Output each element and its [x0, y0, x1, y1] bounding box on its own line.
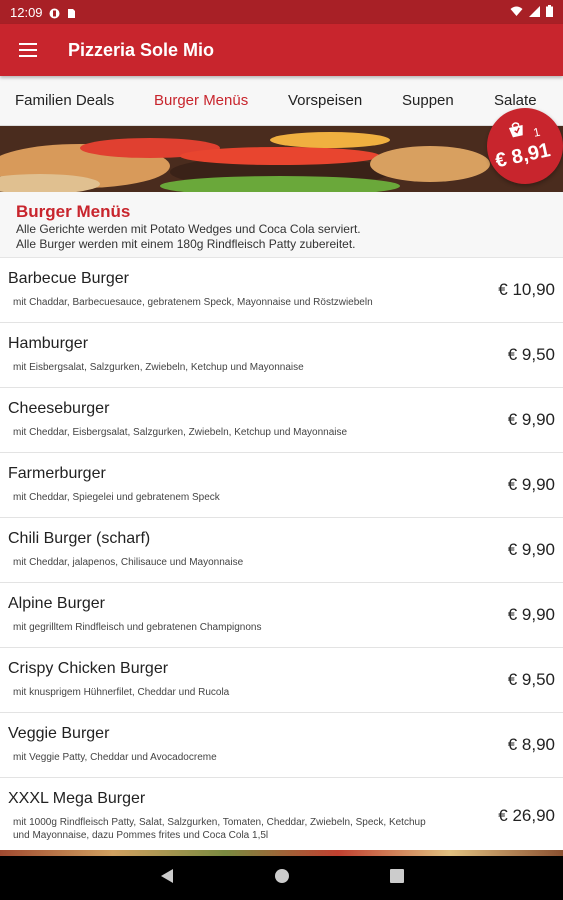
section-title: Burger Menüs [16, 202, 131, 221]
tab-burger-menus[interactable]: Burger Menüs [154, 92, 248, 109]
home-circle-icon[interactable] [274, 868, 290, 889]
wifi-icon [510, 5, 523, 20]
item-description: mit Eisbergsalat, Salzgurken, Zwiebeln, … [13, 362, 304, 373]
item-description: mit Cheddar, Spiegelei und gebratenem Sp… [13, 492, 220, 503]
item-name: Crispy Chicken Burger [8, 660, 169, 677]
item-name: Alpine Burger [8, 595, 105, 612]
notification-app-icon [49, 7, 60, 18]
item-price: € 10,90 [498, 280, 555, 299]
menu-item[interactable]: Farmerburger mit Cheddar, Spiegelei und … [0, 453, 563, 518]
item-description: mit knusprigem Hühnerfilet, Cheddar und … [13, 687, 230, 698]
tab-suppen[interactable]: Suppen [402, 92, 454, 109]
notification-file-icon [66, 7, 77, 18]
tab-familien-deals[interactable]: Familien Deals [15, 92, 114, 109]
item-price: € 9,90 [507, 540, 555, 559]
item-name: Farmerburger [8, 465, 106, 482]
item-name: Barbecue Burger [8, 270, 129, 287]
menu-item[interactable]: Barbecue Burger mit Chaddar, Barbecuesau… [0, 258, 563, 323]
app-title: Pizzeria Sole Mio [68, 39, 215, 60]
tab-salate[interactable]: Salate [494, 92, 537, 109]
category-hero-image [0, 126, 563, 192]
item-price: € 26,90 [498, 806, 555, 825]
menu-item-list: Barbecue Burger mit Chaddar, Barbecuesau… [0, 258, 563, 856]
item-description: mit Cheddar, Eisbergsalat, Salzgurken, Z… [13, 427, 348, 438]
menu-item[interactable]: Cheeseburger mit Cheddar, Eisbergsalat, … [0, 388, 563, 453]
status-bar: 12:09 [0, 0, 563, 24]
menu-item[interactable]: Veggie Burger mit Veggie Patty, Cheddar … [0, 713, 563, 778]
item-name: Veggie Burger [8, 725, 110, 742]
item-description: mit gegrilltem Rindfleisch und gebratene… [13, 622, 262, 633]
item-name: XXXL Mega Burger [8, 790, 146, 807]
item-description: mit Cheddar, jalapenos, Chilisauce und M… [13, 557, 244, 568]
system-navigation-bar [0, 856, 563, 900]
cart-item-count: 1 [532, 124, 542, 140]
section-header: Burger Menüs Alle Gerichte werden mit Po… [0, 192, 563, 258]
section-description-line2: Alle Burger werden mit einem 180g Rindfl… [16, 237, 356, 251]
item-price: € 9,50 [507, 345, 555, 364]
item-price: € 9,90 [507, 410, 555, 429]
menu-item[interactable]: Hamburger mit Eisbergsalat, Salzgurken, … [0, 323, 563, 388]
app-bar: Pizzeria Sole Mio [0, 24, 563, 76]
item-price: € 9,90 [507, 605, 555, 624]
hamburger-menu-icon[interactable] [0, 24, 56, 76]
menu-item[interactable]: Chili Burger (scharf) mit Cheddar, jalap… [0, 518, 563, 583]
menu-item[interactable]: Alpine Burger mit gegrilltem Rindfleisch… [0, 583, 563, 648]
item-price: € 9,50 [507, 670, 555, 689]
status-time: 12:09 [10, 4, 43, 20]
item-description: mit 1000g Rindfleisch Patty, Salat, Salz… [13, 817, 426, 841]
item-description: mit Chaddar, Barbecuesauce, gebratenem S… [13, 297, 373, 308]
menu-item[interactable]: XXXL Mega Burger mit 1000g Rindfleisch P… [0, 778, 563, 856]
menu-item[interactable]: Crispy Chicken Burger mit knusprigem Hüh… [0, 648, 563, 713]
back-triangle-icon[interactable] [160, 868, 174, 889]
item-description: mit Veggie Patty, Cheddar und Avocadocre… [13, 752, 217, 763]
recents-square-icon[interactable] [389, 868, 404, 888]
shopping-bag-icon [506, 120, 528, 144]
item-name: Hamburger [8, 335, 89, 352]
item-name: Cheeseburger [8, 400, 110, 417]
item-price: € 8,90 [507, 735, 555, 754]
tab-vorspeisen[interactable]: Vorspeisen [288, 92, 362, 109]
cart-total: € 8,91 [493, 139, 553, 173]
section-description-line1: Alle Gerichte werden mit Potato Wedges u… [16, 222, 361, 236]
item-price: € 9,90 [507, 475, 555, 494]
battery-icon [546, 4, 553, 20]
item-name: Chili Burger (scharf) [8, 530, 151, 547]
signal-icon [529, 5, 540, 20]
category-tabs: Familien Deals Burger Menüs Vorspeisen S… [0, 76, 563, 126]
